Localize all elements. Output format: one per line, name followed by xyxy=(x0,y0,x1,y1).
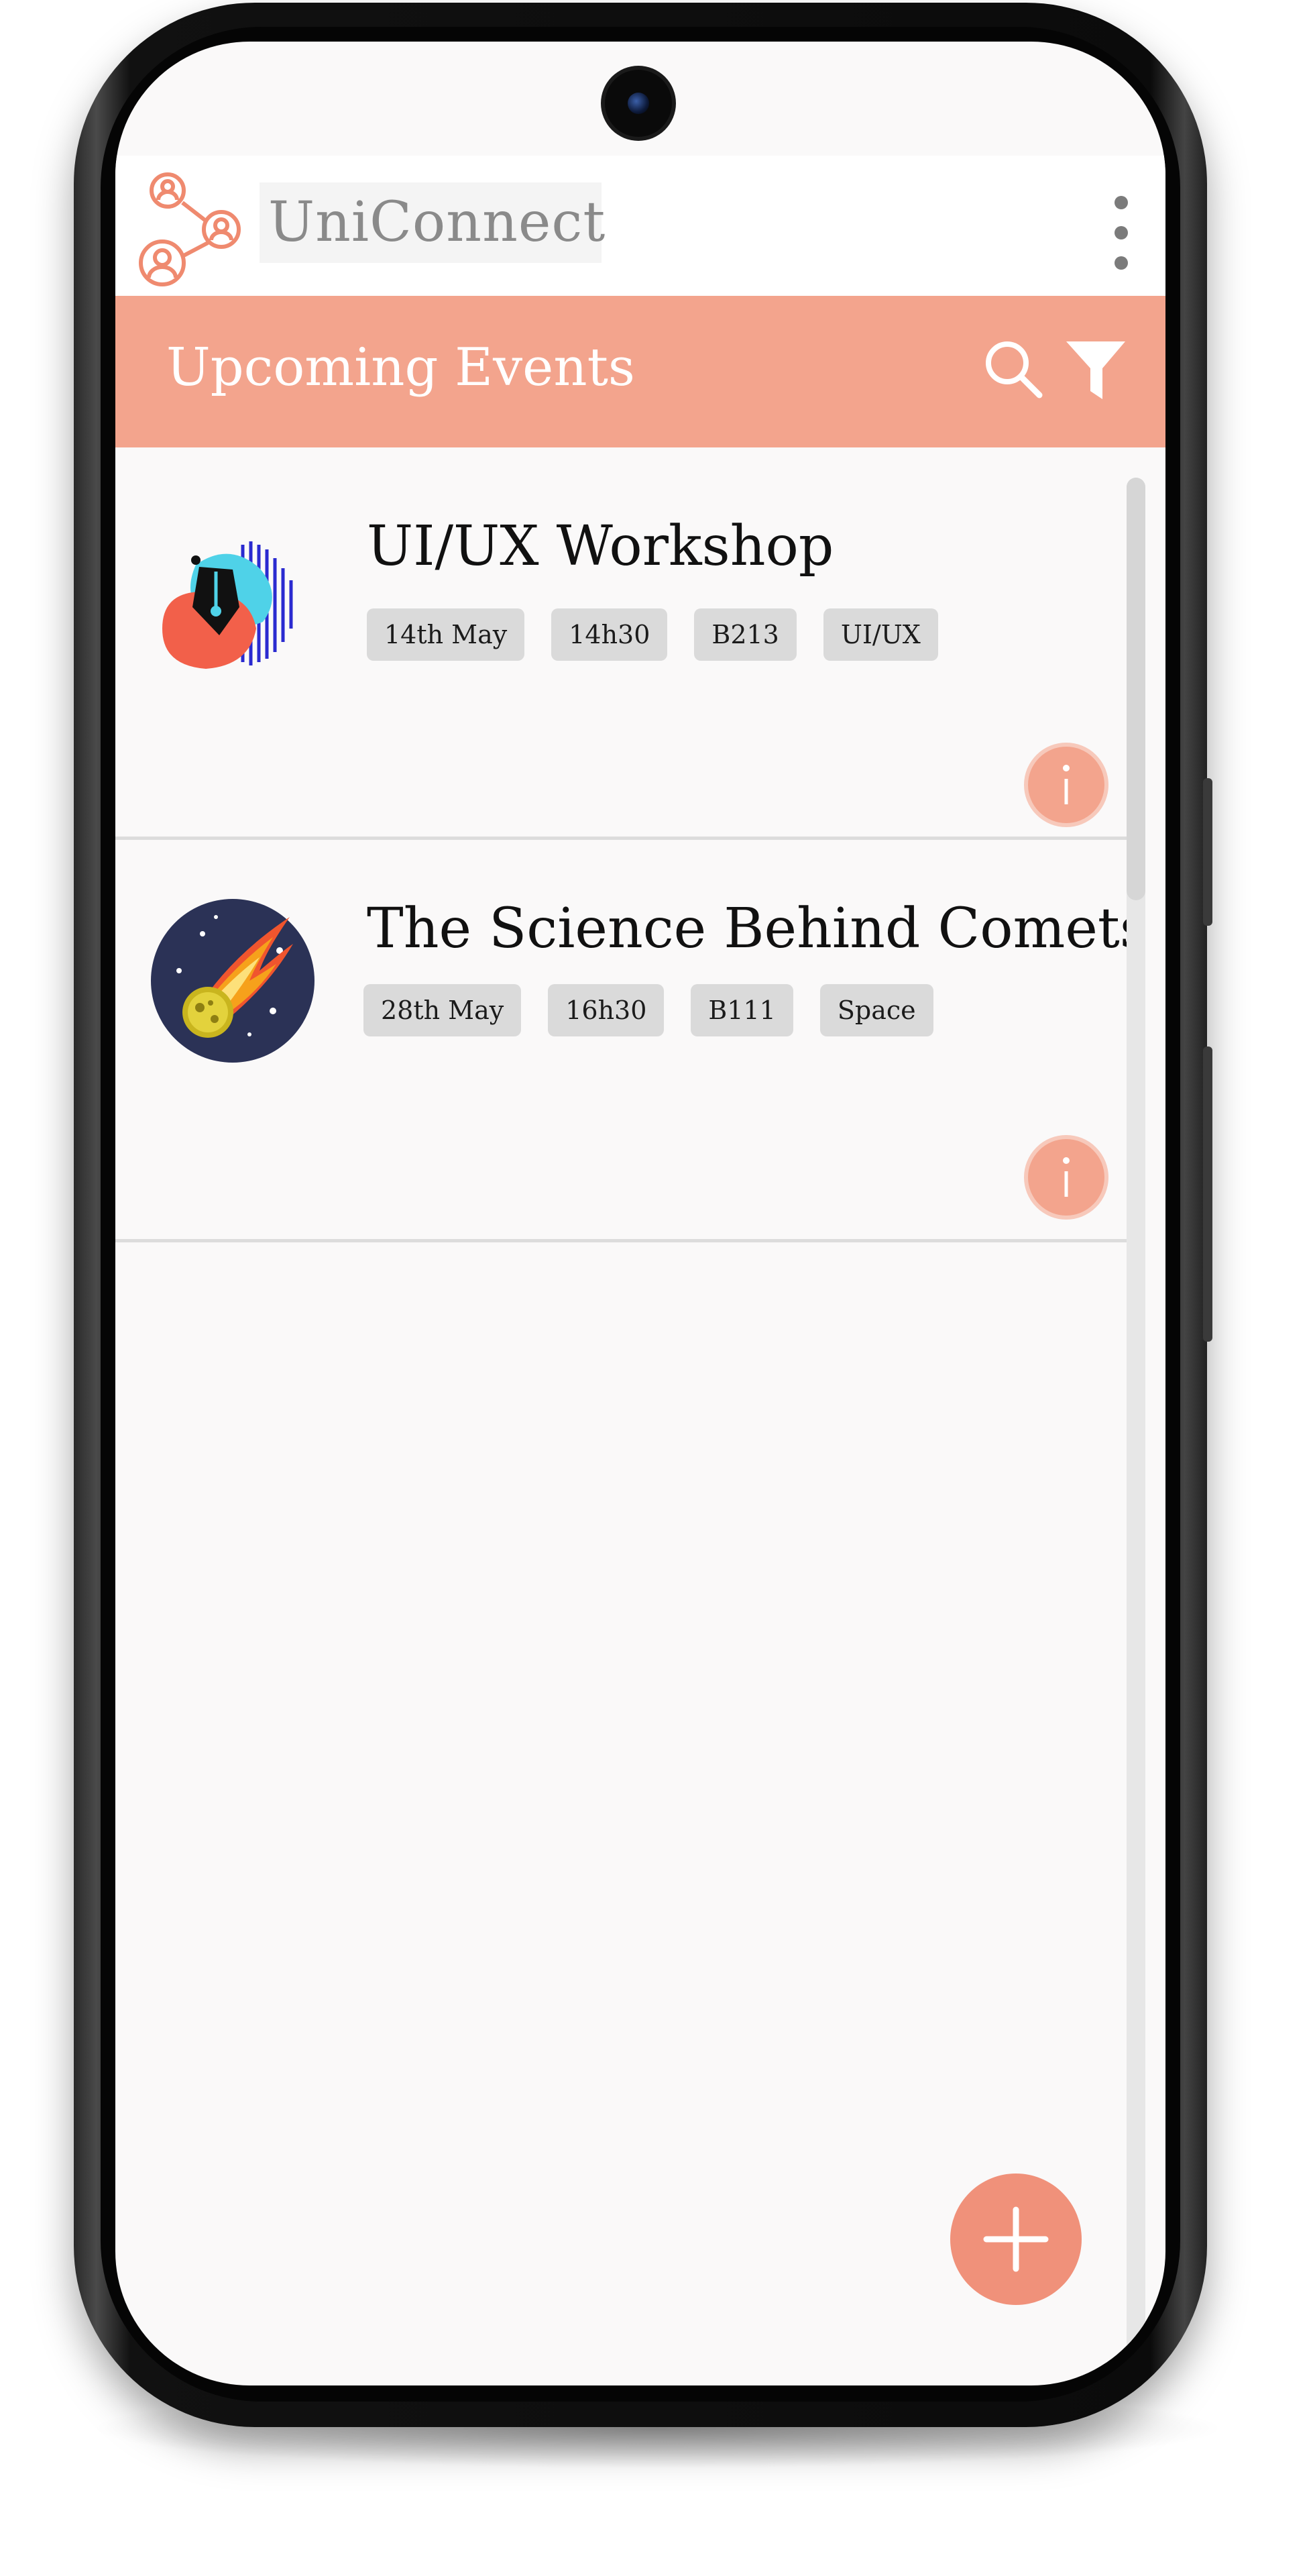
info-icon xyxy=(1063,765,1070,804)
info-icon xyxy=(1063,1157,1070,1197)
app-brand-name: UniConnect xyxy=(268,191,606,254)
event-room-chip: B213 xyxy=(694,608,797,661)
volume-button xyxy=(1203,778,1212,926)
event-date-chip: 14th May xyxy=(367,608,525,661)
comet-icon xyxy=(151,899,315,1063)
plus-icon xyxy=(983,2206,1049,2272)
event-tags: 28th May 16h30 B111 Space xyxy=(363,984,933,1036)
search-icon[interactable] xyxy=(980,336,1047,403)
event-room-chip: B111 xyxy=(691,984,793,1036)
screen: UniConnect Upcoming Events UI/UX Worksho… xyxy=(115,42,1165,2385)
event-title: The Science Behind Comets xyxy=(367,897,1148,961)
event-category-chip: Space xyxy=(819,984,933,1036)
pen-tool-icon xyxy=(162,541,293,669)
event-time-chip: 14h30 xyxy=(551,608,668,661)
event-time-chip: 16h30 xyxy=(548,984,665,1036)
event-category-chip: UI/UX xyxy=(823,608,938,661)
event-title: UI/UX Workshop xyxy=(367,515,834,578)
page-title: Upcoming Events xyxy=(166,337,635,398)
app-bar: UniConnect xyxy=(115,156,1165,297)
scrollbar-thumb[interactable] xyxy=(1127,478,1145,900)
app-logo xyxy=(127,162,268,297)
event-card[interactable]: The Science Behind Comets 28th May 16h30… xyxy=(115,843,1148,1242)
event-date-chip: 28th May xyxy=(363,984,522,1036)
kebab-menu-icon[interactable] xyxy=(1108,196,1135,270)
front-camera xyxy=(605,70,672,137)
event-tags: 14th May 14h30 B213 UI/UX xyxy=(367,608,938,661)
power-button xyxy=(1203,1046,1212,1342)
events-header: Upcoming Events xyxy=(115,296,1165,447)
info-button[interactable] xyxy=(1024,1135,1108,1220)
network-people-icon xyxy=(139,172,241,286)
filter-icon[interactable] xyxy=(1062,337,1129,405)
event-card[interactable]: UI/UX Workshop 14th May 14h30 B213 UI/UX xyxy=(115,447,1141,840)
info-button[interactable] xyxy=(1024,743,1108,827)
add-event-button[interactable] xyxy=(950,2174,1082,2305)
